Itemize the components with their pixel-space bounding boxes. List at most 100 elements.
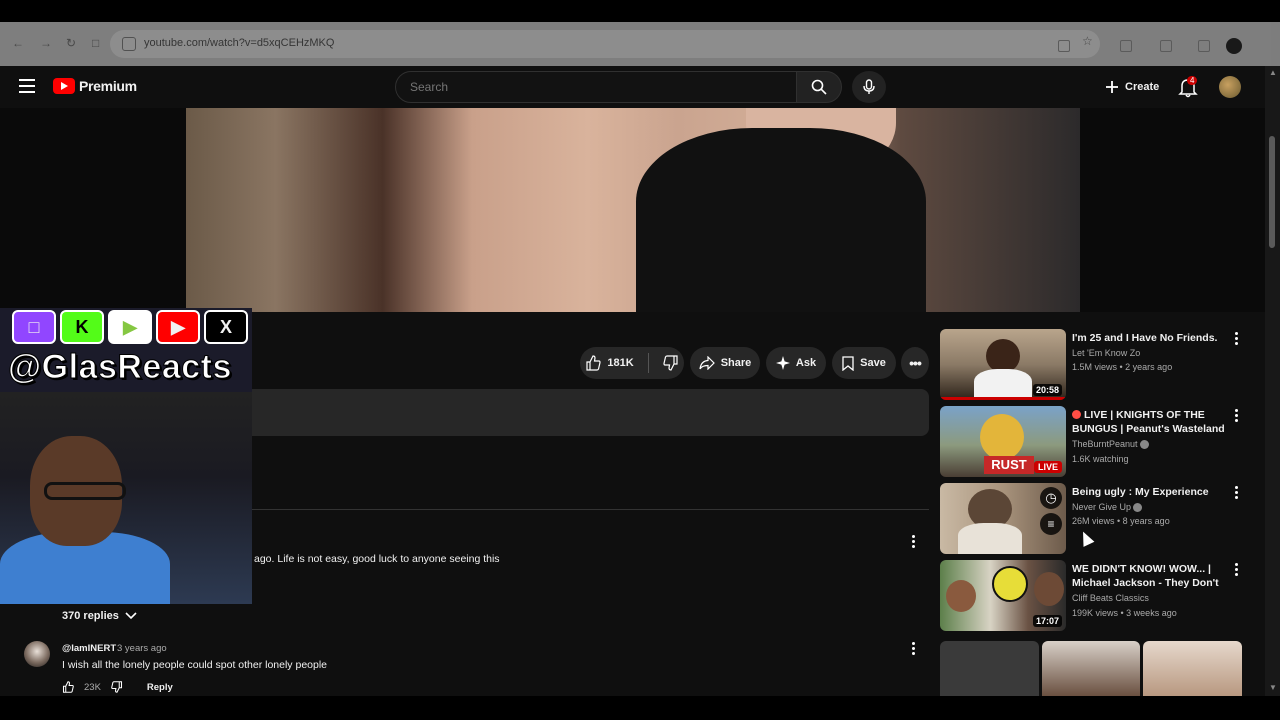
search-box[interactable] xyxy=(395,71,797,103)
live-badge: LIVE xyxy=(1033,461,1062,473)
dislike-icon[interactable] xyxy=(663,355,679,371)
comment-like-count: 23K xyxy=(84,681,101,693)
back-icon[interactable]: ← xyxy=(12,36,26,50)
channel-name-text[interactable]: Never Give Up xyxy=(1072,502,1131,512)
ask-button[interactable]: Ask xyxy=(766,347,826,379)
voice-search-button[interactable] xyxy=(852,71,886,103)
recommended-video[interactable]: RUST LIVE LIVE | KNIGHTS OF THE BUNGUS |… xyxy=(940,406,1250,478)
video-title-text[interactable]: LIVE | KNIGHTS OF THE BUNGUS | Peanut's … xyxy=(1072,409,1225,437)
reload-icon[interactable]: ↻ xyxy=(66,36,80,50)
recommended-video[interactable]: ◷ ≡ Being ugly : My Experience Never Giv… xyxy=(940,483,1250,555)
logo-text: Premium xyxy=(79,78,137,94)
share-button[interactable]: Share xyxy=(690,347,760,379)
create-label: Create xyxy=(1125,81,1160,93)
recommended-video-partial[interactable] xyxy=(940,641,1243,696)
youtube-premium-logo[interactable]: Premium xyxy=(53,78,137,94)
search-icon xyxy=(811,79,827,95)
window-top-strip xyxy=(0,0,1280,22)
comment-dislike-icon[interactable] xyxy=(111,681,123,693)
extensions-icon[interactable] xyxy=(1120,40,1132,52)
description-box[interactable] xyxy=(252,389,929,436)
search-input[interactable] xyxy=(396,72,796,102)
video-duration: 17:07 xyxy=(1032,615,1062,627)
channel-name[interactable]: TheBurntPeanut xyxy=(1072,439,1149,450)
scrollbar-thumb[interactable] xyxy=(1269,136,1275,248)
video-player[interactable] xyxy=(0,108,1265,312)
comment-like-icon[interactable] xyxy=(62,681,74,693)
thumbnail-graphic xyxy=(992,566,1028,602)
recommended-video[interactable]: 20:58 I'm 25 and I Have No Friends. Let … xyxy=(940,329,1250,401)
search-button[interactable] xyxy=(796,71,842,103)
video-options-icon[interactable] xyxy=(1229,485,1243,499)
browser-profile-avatar[interactable] xyxy=(1226,38,1242,54)
recommended-video[interactable]: 17:07 WE DIDN'T KNOW! WOW... | Michael J… xyxy=(940,560,1250,632)
comment-timestamp[interactable]: 3 years ago xyxy=(117,643,167,654)
video-meta: 26M views • 8 years ago xyxy=(1072,516,1170,526)
channel-name[interactable]: Cliff Beats Classics xyxy=(1072,593,1149,603)
channel-name[interactable]: Let 'Em Know Zo xyxy=(1072,348,1140,358)
video-options-icon[interactable] xyxy=(1229,408,1243,422)
thumbnail-subject-shirt xyxy=(974,369,1032,400)
account-avatar[interactable] xyxy=(1219,76,1241,98)
comments-divider xyxy=(252,509,929,510)
save-button[interactable]: Save xyxy=(832,347,896,379)
comment-item: @IamINERT 3 years ago I wish all the lon… xyxy=(24,641,924,701)
create-button[interactable]: Create xyxy=(1095,74,1169,100)
more-actions-button[interactable]: ••• xyxy=(901,347,929,379)
more-horizontal-icon: ••• xyxy=(909,355,922,371)
video-frame xyxy=(186,108,1080,312)
watch-progress-bar xyxy=(940,397,1066,400)
video-title[interactable]: LIVE | KNIGHTS OF THE BUNGUS | Peanut's … xyxy=(1072,408,1230,437)
bookmark-star-icon[interactable]: ☆ xyxy=(1082,34,1096,48)
webcam-feed xyxy=(0,392,252,604)
save-label: Save xyxy=(860,357,886,369)
comment-options-icon[interactable] xyxy=(906,641,920,655)
ask-label: Ask xyxy=(795,357,817,369)
channel-name[interactable]: Never Give Up xyxy=(1072,502,1143,513)
forward-icon[interactable]: → xyxy=(40,36,54,50)
comment-options-icon[interactable] xyxy=(906,534,920,548)
page-scrollbar[interactable]: ▲ ▼ xyxy=(1265,66,1280,696)
rumble-icon: ▶ xyxy=(108,310,152,344)
sparkle-icon xyxy=(775,356,790,370)
webcam-subject-glasses xyxy=(44,482,126,500)
like-divider xyxy=(647,353,649,373)
share-icon xyxy=(699,356,715,370)
video-options-icon[interactable] xyxy=(1229,331,1243,345)
video-meta: 1.6K watching xyxy=(1072,454,1129,464)
watch-later-icon[interactable]: ◷ xyxy=(1040,487,1062,509)
video-thumbnail[interactable] xyxy=(940,641,1039,696)
replies-label: 370 replies xyxy=(62,610,119,622)
like-count[interactable]: 181K xyxy=(607,357,633,369)
comment-avatar[interactable] xyxy=(24,641,50,667)
thumbnail-subject xyxy=(946,580,976,612)
url-text[interactable]: youtube.com/watch?v=d5xqCEHzMKQ xyxy=(144,37,334,49)
hamburger-menu-icon[interactable] xyxy=(19,79,35,93)
video-duration: 20:58 xyxy=(1032,384,1062,396)
home-icon[interactable]: □ xyxy=(92,36,106,50)
video-thumbnail[interactable]: 20:58 xyxy=(940,329,1066,400)
comment-author[interactable]: @IamINERT xyxy=(62,643,116,654)
scroll-up-arrow-icon[interactable]: ▲ xyxy=(1269,68,1277,77)
video-options-icon[interactable] xyxy=(1229,562,1243,576)
video-thumbnail[interactable]: RUST LIVE xyxy=(940,406,1066,477)
add-to-queue-icon[interactable]: ≡ xyxy=(1040,513,1062,535)
video-thumbnail[interactable] xyxy=(1143,641,1243,696)
video-title[interactable]: WE DIDN'T KNOW! WOW... | Michael Jackson… xyxy=(1072,562,1230,591)
site-info-icon[interactable] xyxy=(122,37,136,51)
like-icon[interactable] xyxy=(585,355,601,371)
address-bar[interactable]: youtube.com/watch?v=d5xqCEHzMKQ xyxy=(110,30,1100,58)
video-thumbnail[interactable] xyxy=(1041,641,1141,696)
tab-search-icon[interactable] xyxy=(1160,40,1172,52)
video-meta: 1.5M views • 2 years ago xyxy=(1072,362,1173,372)
comment-reply-button[interactable]: Reply xyxy=(147,682,173,693)
video-title[interactable]: I'm 25 and I Have No Friends. xyxy=(1072,331,1230,345)
channel-name-text[interactable]: TheBurntPeanut xyxy=(1072,439,1138,449)
video-title[interactable]: Being ugly : My Experience xyxy=(1072,485,1230,499)
downloads-icon[interactable] xyxy=(1198,40,1210,52)
video-thumbnail[interactable]: 17:07 xyxy=(940,560,1066,631)
video-thumbnail[interactable]: ◷ ≡ xyxy=(940,483,1066,554)
install-icon[interactable] xyxy=(1058,40,1070,52)
replies-toggle-button[interactable]: 370 replies xyxy=(56,605,143,627)
scroll-down-arrow-icon[interactable]: ▼ xyxy=(1269,683,1277,692)
